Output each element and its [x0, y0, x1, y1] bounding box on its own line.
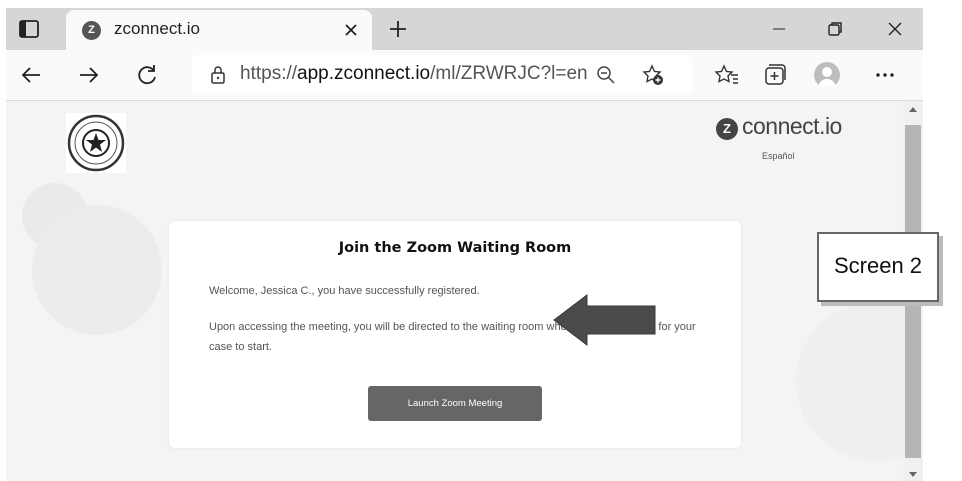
add-favorite-icon[interactable] — [642, 64, 664, 86]
plus-icon[interactable] — [387, 18, 409, 40]
language-link[interactable]: Español — [762, 151, 795, 161]
scroll-up-icon[interactable] — [909, 107, 917, 112]
more-icon[interactable] — [872, 62, 898, 88]
forward-icon[interactable] — [76, 62, 102, 88]
screen-label: Screen 2 — [817, 232, 939, 302]
card-title: Join the Zoom Waiting Room — [338, 240, 572, 256]
url-text[interactable]: https://app.zconnect.io/ml/ZRWRJC?l=en — [240, 63, 588, 85]
tab-actions-icon[interactable] — [18, 18, 40, 40]
browser-window: Z zconnect.io https://app.zconnect.io/ml… — [6, 8, 923, 481]
profile-icon[interactable] — [814, 62, 840, 88]
back-icon[interactable] — [18, 62, 44, 88]
url-prefix: https:// — [240, 63, 298, 84]
screen-label-text: Screen 2 — [833, 253, 923, 278]
tab-strip: Z zconnect.io — [6, 8, 923, 50]
web-page: Z connect.io Español Join the Zoom Waiti… — [6, 101, 903, 481]
favorites-icon[interactable] — [714, 62, 740, 88]
zoom-out-icon[interactable] — [596, 65, 616, 85]
brand-name: connect.io — [742, 113, 842, 139]
scroll-down-icon[interactable] — [909, 472, 917, 477]
minimize-icon[interactable] — [768, 18, 790, 40]
url-path: /ml/ZRWRJC?l=en — [430, 63, 588, 84]
restore-icon[interactable] — [824, 18, 846, 40]
zconnect-logo-icon: Z — [716, 118, 738, 140]
decorative-circle — [796, 301, 903, 461]
zconnect-favicon-icon: Z — [82, 21, 101, 40]
lock-icon[interactable] — [208, 65, 228, 85]
pointer-arrow-icon — [553, 293, 656, 347]
welcome-message: Welcome, Jessica C., you have successful… — [209, 285, 480, 297]
tab-zconnect[interactable]: Z zconnect.io — [66, 10, 372, 50]
tab-title: zconnect.io — [114, 19, 200, 38]
address-bar[interactable]: https://app.zconnect.io/ml/ZRWRJC?l=en — [192, 55, 692, 95]
decorative-circle — [32, 205, 162, 335]
url-domain: app.zconnect.io — [297, 63, 431, 84]
collections-icon[interactable] — [762, 62, 788, 88]
window-close-icon[interactable] — [884, 18, 906, 40]
refresh-icon[interactable] — [134, 62, 160, 88]
court-seal-logo — [66, 113, 126, 173]
launch-zoom-meeting-button[interactable]: Launch Zoom Meeting — [368, 386, 542, 421]
browser-toolbar: https://app.zconnect.io/ml/ZRWRJC?l=en — [6, 50, 923, 101]
close-icon[interactable] — [340, 19, 362, 41]
